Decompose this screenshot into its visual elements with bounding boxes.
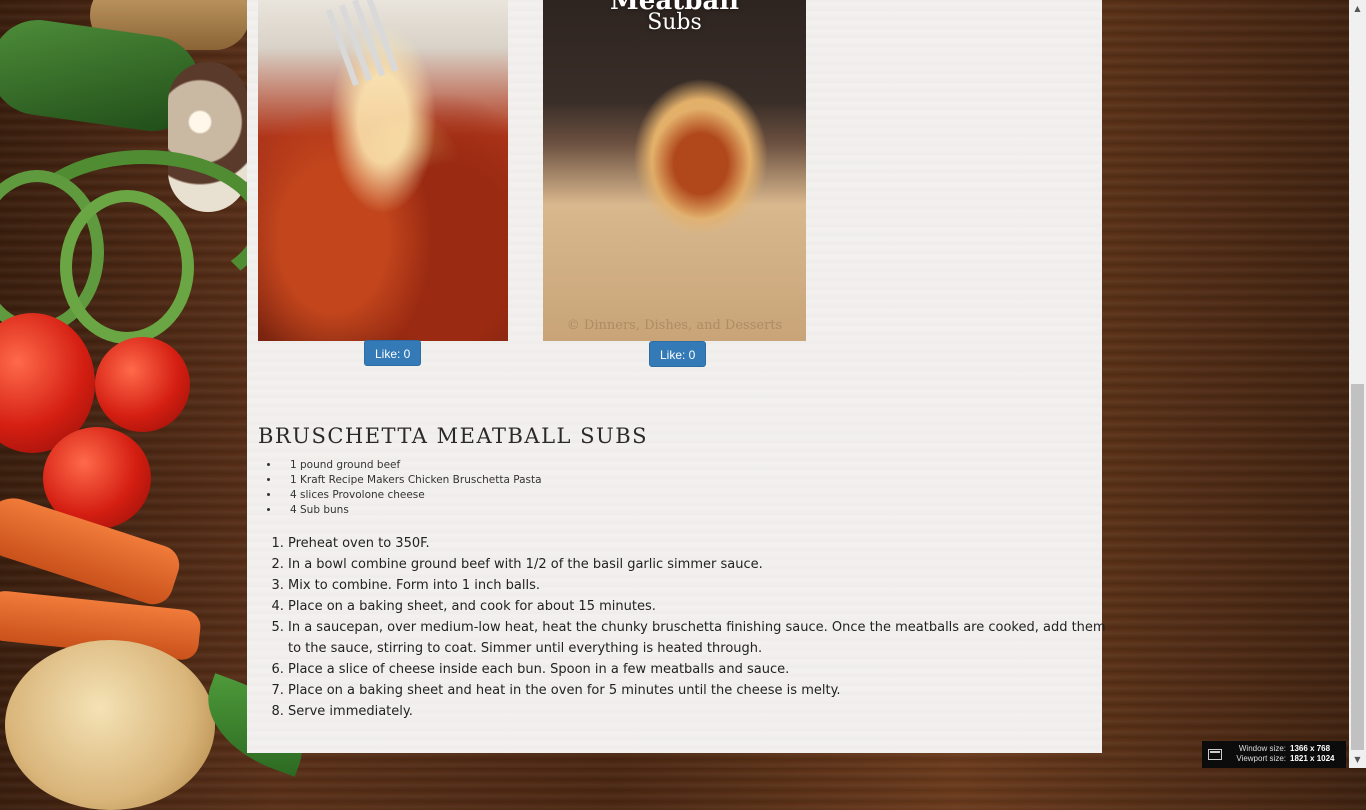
like-button[interactable]: Like: 0: [364, 340, 422, 366]
onion-decoration: [5, 640, 215, 810]
recipe-title: Bruschetta Meatball Subs: [258, 424, 649, 448]
window-size-indicator: Window size: 1366 x 768 Viewport size: 182…: [1202, 741, 1346, 768]
window-size-row: Window size: 1366 x 768: [1228, 744, 1343, 754]
main-content: Like: 0 Meatball Subs © Dinners, Dishes,…: [247, 0, 1106, 753]
instruction-list: Preheat oven to 350F. In a bowl combine …: [271, 533, 1108, 722]
ingredient-item: 1 pound ground beef: [280, 458, 542, 473]
green-bean-decoration: [60, 190, 194, 344]
tomato-decoration: [95, 337, 190, 432]
instruction-step: Mix to combine. Form into 1 inch balls.: [288, 575, 1108, 596]
window-size-label: Window size:: [1238, 744, 1286, 753]
scroll-down-arrow-icon[interactable]: ▼: [1349, 751, 1366, 768]
gallery-photo-meatball-sub[interactable]: Meatball Subs © Dinners, Dishes, and Des…: [543, 0, 806, 341]
vertical-scrollbar[interactable]: ▲ ▼: [1349, 0, 1366, 768]
ingredient-item: 4 slices Provolone cheese: [280, 488, 542, 503]
ingredient-item: 1 Kraft Recipe Makers Chicken Bruschetta…: [280, 473, 542, 488]
instruction-step: Place on a baking sheet, and cook for ab…: [288, 596, 1108, 617]
monitor-icon: [1208, 749, 1222, 760]
like-button[interactable]: Like: 0: [649, 341, 707, 367]
instruction-step: In a saucepan, over medium-low heat, hea…: [288, 617, 1108, 659]
ingredient-list: 1 pound ground beef 1 Kraft Recipe Maker…: [258, 458, 542, 518]
viewport-size-value: 1821 x 1024: [1290, 754, 1335, 763]
instruction-step: Place a slice of cheese inside each bun.…: [288, 659, 1108, 680]
viewport-size-label: Viewport size:: [1236, 754, 1286, 763]
gallery-photo-pasta[interactable]: [258, 0, 508, 341]
fork-graphic: [325, 0, 401, 87]
instruction-step: Place on a baking sheet and heat in the …: [288, 680, 1108, 701]
window-size-value: 1366 x 768: [1290, 744, 1331, 753]
instruction-step: In a bowl combine ground beef with 1/2 o…: [288, 554, 1108, 575]
photo-title-bottom: Subs: [647, 10, 702, 35]
ingredient-item: 4 Sub buns: [280, 503, 542, 518]
photo-watermark: © Dinners, Dishes, and Desserts: [566, 318, 783, 333]
viewport-size-row: Viewport size: 1821 x 1024: [1228, 754, 1343, 764]
instruction-step: Preheat oven to 350F.: [288, 533, 1108, 554]
scroll-up-arrow-icon[interactable]: ▲: [1349, 0, 1366, 17]
instruction-step: Serve immediately.: [288, 701, 1108, 722]
scrollbar-thumb[interactable]: [1351, 384, 1364, 750]
